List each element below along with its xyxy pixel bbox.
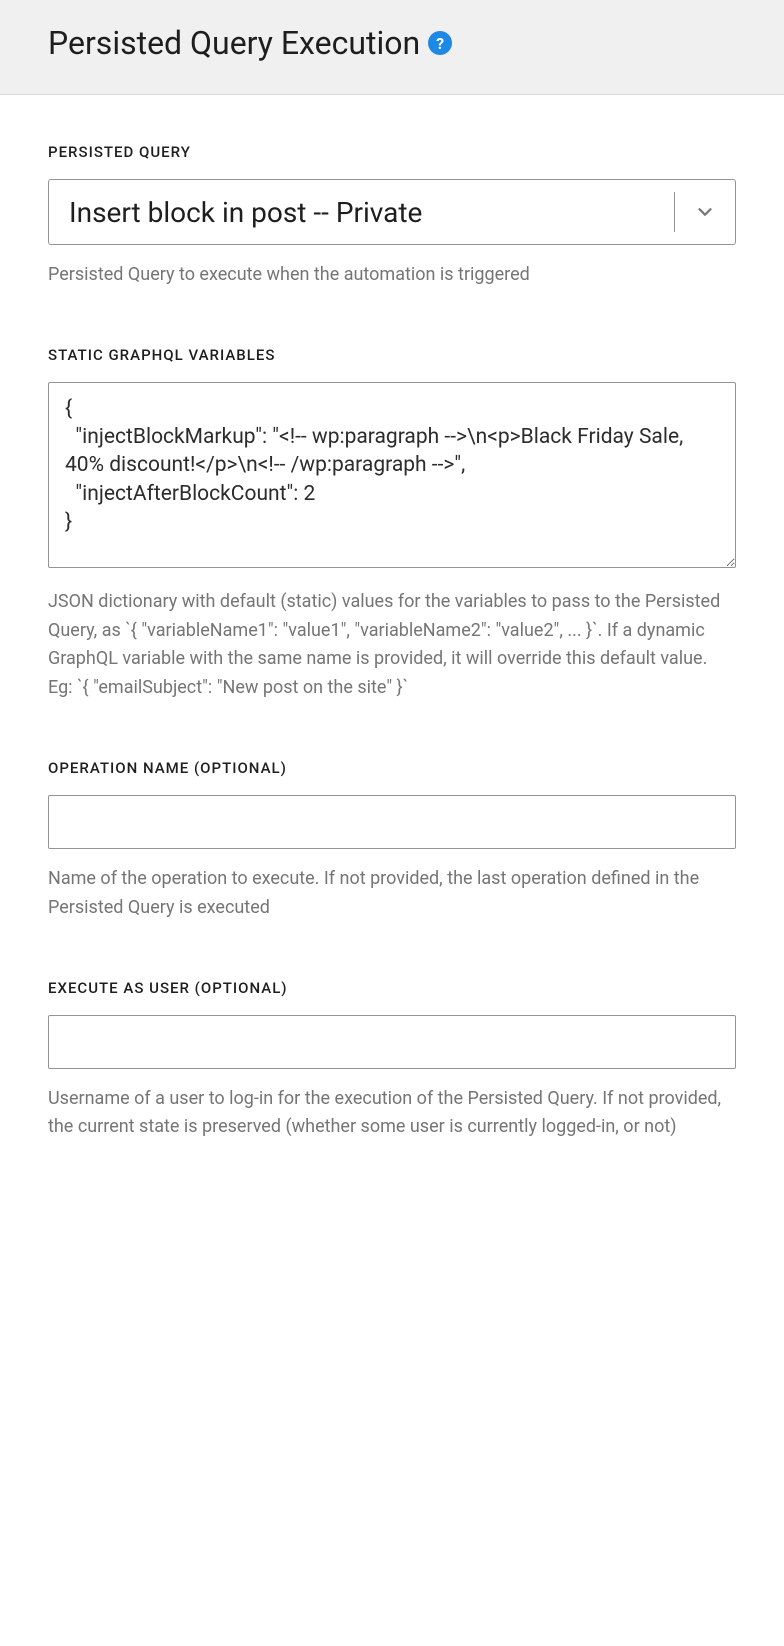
field-group-persisted-query: PERSISTED QUERY Insert block in post -- … [48,143,736,290]
execute-as-user-label: EXECUTE AS USER (OPTIONAL) [48,979,736,997]
static-vars-label: STATIC GRAPHQL VARIABLES [48,346,736,364]
execute-as-user-help: Username of a user to log-in for the exe… [48,1085,736,1143]
chevron-down-icon[interactable] [675,180,735,244]
static-vars-help: JSON dictionary with default (static) va… [48,588,736,703]
persisted-query-help: Persisted Query to execute when the auto… [48,261,736,290]
form-body: PERSISTED QUERY Insert block in post -- … [0,95,784,1246]
header-section: Persisted Query Execution ? [0,0,784,95]
operation-name-help: Name of the operation to execute. If not… [48,865,736,923]
execute-as-user-input[interactable] [48,1015,736,1069]
operation-name-label: OPERATION NAME (OPTIONAL) [48,759,736,777]
persisted-query-select[interactable]: Insert block in post -- Private [48,179,736,245]
persisted-query-value: Insert block in post -- Private [49,180,674,244]
persisted-query-label: PERSISTED QUERY [48,143,736,161]
field-group-operation-name: OPERATION NAME (OPTIONAL) Name of the op… [48,759,736,923]
page-title: Persisted Query Execution ? [48,24,452,62]
page-title-text: Persisted Query Execution [48,24,420,62]
operation-name-input[interactable] [48,795,736,849]
static-vars-textarea[interactable]: { "injectBlockMarkup": "<!-- wp:paragrap… [48,382,736,568]
help-icon[interactable]: ? [428,31,452,55]
field-group-execute-as-user: EXECUTE AS USER (OPTIONAL) Username of a… [48,979,736,1143]
field-group-static-vars: STATIC GRAPHQL VARIABLES { "injectBlockM… [48,346,736,703]
